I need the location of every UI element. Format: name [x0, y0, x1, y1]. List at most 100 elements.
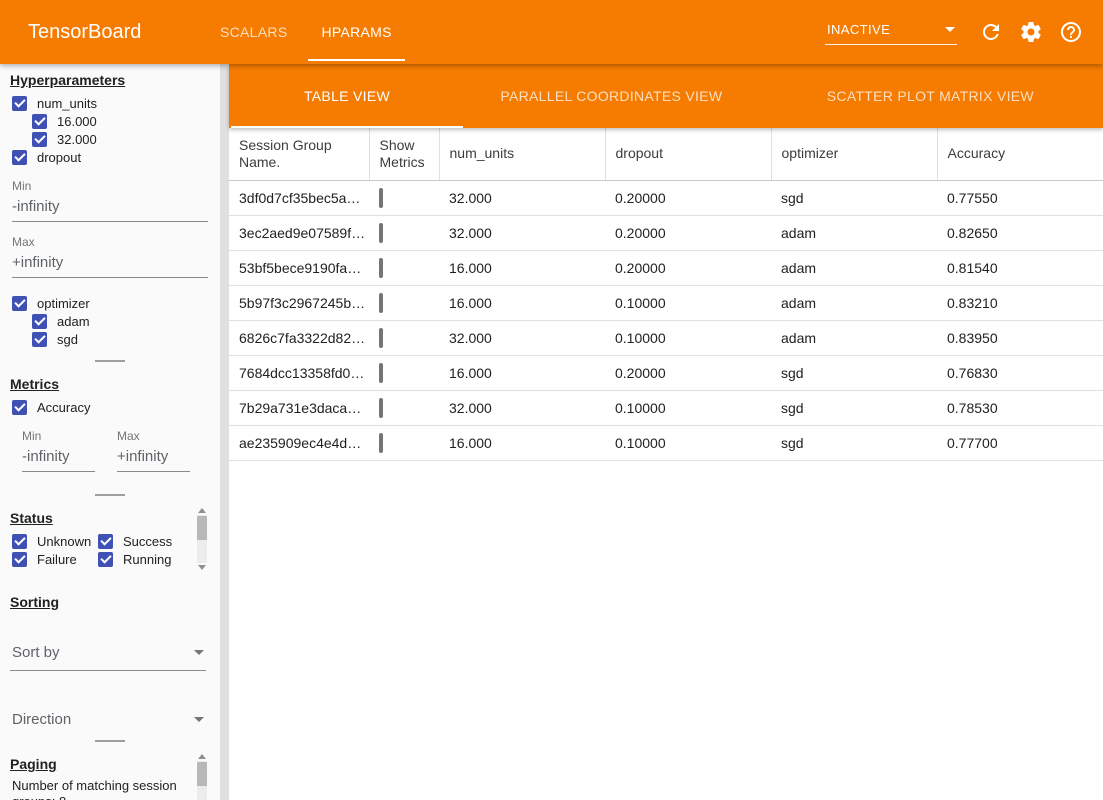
status-section: Status Unknown Success Failure Running — [0, 502, 220, 572]
status-failure-checkbox[interactable]: Failure — [12, 550, 98, 568]
help-button[interactable] — [1051, 12, 1091, 52]
section-resize-handle[interactable] — [0, 488, 220, 502]
tab-scatter-plot-matrix-view[interactable]: SCATTER PLOT MATRIX VIEW — [758, 64, 1103, 128]
scrollbar-track[interactable] — [197, 761, 207, 800]
paging-scrollbar[interactable] — [197, 754, 207, 800]
scrollbar-thumb[interactable] — [197, 762, 207, 786]
metric-max-label: Max — [117, 429, 212, 443]
checkbox-checked-icon — [32, 332, 47, 347]
show-metrics-checkbox[interactable] — [379, 188, 383, 208]
column-header-num-units[interactable]: num_units — [439, 128, 605, 180]
checkbox-checked-icon — [12, 96, 27, 111]
direction-value: Direction — [12, 711, 71, 728]
scroll-up-icon[interactable] — [198, 754, 206, 759]
status-unknown-checkbox[interactable]: Unknown — [12, 532, 98, 550]
checkbox-checked-icon — [12, 296, 27, 311]
chevron-down-icon — [945, 27, 955, 32]
num-units-value-32-label: 32.000 — [57, 132, 97, 147]
dropout-max-label: Max — [12, 235, 220, 249]
cell-num-units: 32.000 — [439, 215, 605, 250]
settings-button[interactable] — [1011, 12, 1051, 52]
table-row: 6826c7fa3322d82… 32.000 0.10000 adam 0.8… — [229, 320, 1103, 355]
cell-dropout: 0.10000 — [605, 390, 771, 425]
metrics-heading: Metrics — [10, 376, 220, 392]
tab-hparams[interactable]: HPARAMS — [304, 0, 408, 64]
show-metrics-checkbox[interactable] — [379, 328, 383, 348]
hyperparameters-heading: Hyperparameters — [10, 72, 220, 88]
show-metrics-checkbox[interactable] — [379, 258, 383, 278]
tab-parallel-coordinates-view[interactable]: PARALLEL COORDINATES VIEW — [465, 64, 758, 128]
hparam-num-units-checkbox[interactable]: num_units — [12, 94, 220, 112]
checkbox-checked-icon — [32, 314, 47, 329]
metric-accuracy-checkbox[interactable]: Accuracy — [12, 398, 220, 416]
status-heading: Status — [10, 510, 220, 526]
show-metrics-checkbox[interactable] — [379, 433, 383, 453]
cell-session-group-name: 3df0d7cf35bec5a… — [229, 180, 369, 215]
table-row: 53bf5bece9190fa… 16.000 0.20000 adam 0.8… — [229, 250, 1103, 285]
metric-max-input[interactable] — [117, 444, 190, 472]
checkbox-checked-icon — [98, 552, 113, 567]
cell-num-units: 16.000 — [439, 425, 605, 460]
scrollbar-track[interactable] — [197, 515, 207, 563]
metrics-section: Metrics Accuracy Min Max — [0, 368, 220, 488]
hparam-dropout-label: dropout — [37, 150, 81, 165]
column-header-optimizer[interactable]: optimizer — [771, 128, 937, 180]
reload-status-select[interactable]: INACTIVE — [825, 20, 957, 45]
dropout-min-input[interactable] — [12, 194, 208, 222]
column-header-dropout[interactable]: dropout — [605, 128, 771, 180]
section-spacer — [0, 572, 220, 586]
paging-heading: Paging — [10, 756, 220, 772]
cell-optimizer: sgd — [771, 180, 937, 215]
status-running-checkbox[interactable]: Running — [98, 550, 192, 568]
show-metrics-checkbox[interactable] — [379, 398, 383, 418]
matching-session-groups-text: Number of matching session groups: 8 — [12, 778, 192, 800]
hparam-optimizer-checkbox[interactable]: optimizer — [12, 294, 220, 312]
metric-min-label: Min — [22, 429, 117, 443]
chevron-down-icon — [194, 717, 204, 722]
status-options: Unknown Success Failure Running — [12, 532, 192, 568]
optimizer-value-adam-checkbox[interactable]: adam — [32, 312, 220, 330]
status-failure-label: Failure — [37, 552, 77, 567]
hparam-optimizer-label: optimizer — [37, 296, 90, 311]
show-metrics-checkbox[interactable] — [379, 363, 383, 383]
status-success-checkbox[interactable]: Success — [98, 532, 192, 550]
optimizer-value-sgd-checkbox[interactable]: sgd — [32, 330, 220, 348]
tab-scalars[interactable]: SCALARS — [203, 0, 304, 64]
status-scrollbar[interactable] — [197, 508, 207, 570]
cell-accuracy: 0.83950 — [937, 320, 1103, 355]
app-bar: TensorBoard SCALARS HPARAMS INACTIVE — [0, 0, 1103, 64]
column-header-show-metrics[interactable]: Show Metrics — [369, 128, 439, 180]
cell-optimizer: adam — [771, 285, 937, 320]
cell-dropout: 0.20000 — [605, 355, 771, 390]
view-tabs: TABLE VIEW PARALLEL COORDINATES VIEW SCA… — [229, 64, 1103, 128]
sort-by-select[interactable]: Sort by — [10, 638, 206, 671]
main-panel: TABLE VIEW PARALLEL COORDINATES VIEW SCA… — [229, 64, 1103, 800]
status-success-label: Success — [123, 534, 172, 549]
hparam-num-units-label: num_units — [37, 96, 97, 111]
refresh-button[interactable] — [971, 12, 1011, 52]
scrollbar-thumb[interactable] — [197, 516, 207, 540]
num-units-value-16-checkbox[interactable]: 16.000 — [32, 112, 220, 130]
column-header-session-group-name[interactable]: Session Group Name. — [229, 128, 369, 180]
show-metrics-checkbox[interactable] — [379, 293, 383, 313]
cell-optimizer: adam — [771, 320, 937, 355]
section-resize-handle[interactable] — [0, 734, 220, 748]
reload-status-value: INACTIVE — [827, 22, 890, 37]
show-metrics-checkbox[interactable] — [379, 223, 383, 243]
num-units-value-32-checkbox[interactable]: 32.000 — [32, 130, 220, 148]
metric-min-input[interactable] — [22, 444, 95, 472]
table-header-row: Session Group Name. Show Metrics num_uni… — [229, 128, 1103, 180]
table-container: Session Group Name. Show Metrics num_uni… — [229, 128, 1103, 800]
scroll-down-icon[interactable] — [198, 565, 206, 570]
direction-select[interactable]: Direction — [10, 705, 206, 734]
column-header-accuracy[interactable]: Accuracy — [937, 128, 1103, 180]
scroll-up-icon[interactable] — [198, 508, 206, 513]
tab-table-view[interactable]: TABLE VIEW — [229, 64, 465, 128]
hparam-dropout-checkbox[interactable]: dropout — [12, 148, 220, 166]
checkbox-checked-icon — [12, 150, 27, 165]
dropout-max-input[interactable] — [12, 250, 208, 278]
optimizer-value-sgd-label: sgd — [57, 332, 78, 347]
num-units-value-16-label: 16.000 — [57, 114, 97, 129]
sort-by-value: Sort by — [12, 644, 60, 661]
section-resize-handle[interactable] — [0, 354, 220, 368]
